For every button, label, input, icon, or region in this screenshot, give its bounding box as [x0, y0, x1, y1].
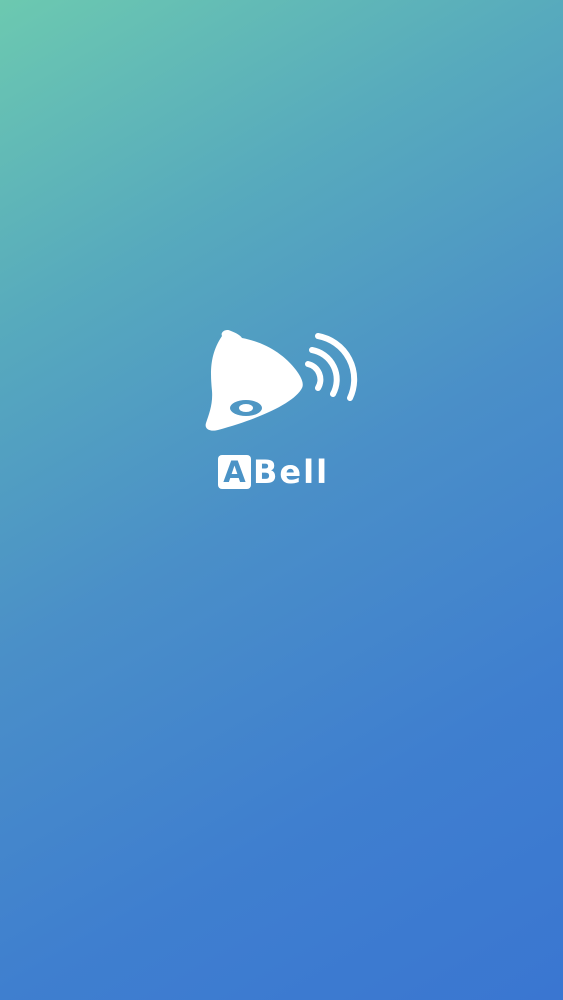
splash-screen: A Bell — [0, 0, 563, 1000]
bell-ringing-icon — [205, 329, 358, 431]
bell-clapper-center — [239, 404, 253, 412]
bell-body — [205, 329, 303, 431]
app-wordmark: A Bell — [218, 454, 329, 490]
sound-wave-1 — [305, 361, 324, 391]
wordmark-text: Bell — [253, 453, 330, 491]
wordmark-initial: A — [218, 455, 251, 489]
app-logo: A Bell — [200, 326, 365, 496]
